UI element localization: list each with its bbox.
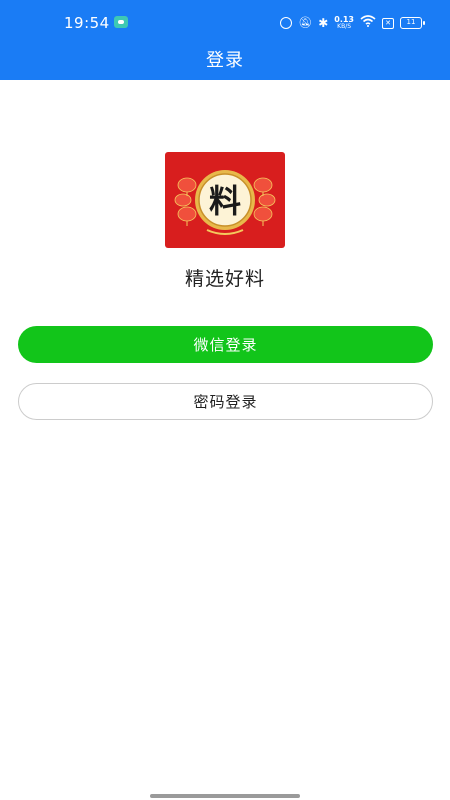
status-time: 19:54 (64, 14, 110, 32)
sim-icon: ✕ (382, 17, 394, 29)
network-speed-unit: KB/S (337, 23, 352, 30)
page-title: 登录 (206, 50, 244, 71)
app-bar: 登录 (0, 44, 450, 80)
wifi-icon (360, 15, 376, 31)
status-icons: 🔕︎ ✱ 0.13 KB/S ✕ 11 (280, 14, 425, 32)
network-speed-value: 0.13 (334, 15, 354, 24)
mute-icon: 🔕︎ (298, 16, 313, 29)
wechat-login-button[interactable]: 微信登录 (18, 326, 433, 363)
password-login-button[interactable]: 密码登录 (18, 383, 433, 420)
app-logo: 料 (165, 152, 285, 248)
home-indicator[interactable] (150, 794, 300, 798)
status-bar: 19:54 🔕︎ ✱ 0.13 KB/S ✕ 11 (0, 0, 450, 44)
alarm-icon (280, 17, 293, 29)
network-speed: 0.13 KB/S (334, 15, 354, 31)
app-name: 精选好料 (184, 268, 265, 290)
logo-character: 料 (209, 182, 241, 220)
bluetooth-icon: ✱ (318, 16, 329, 30)
message-icon (114, 16, 128, 28)
battery-icon: 11 (400, 17, 425, 29)
